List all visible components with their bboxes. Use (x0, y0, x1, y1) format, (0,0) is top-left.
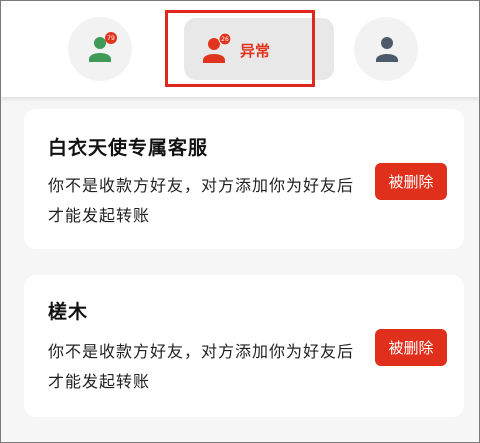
contact-name: 白衣天使专属客服 (48, 137, 209, 159)
transfer-restriction-message: 你不是收款方好友，对方添加你为好友后才能发起转账 (48, 176, 355, 225)
app-frame: 79 26 异常 白衣天使专属客服 你不是收款方好友，对方添加你为好友后才能发起… (0, 0, 480, 443)
annotation-highlight-box (165, 10, 315, 87)
deleted-status-button[interactable]: 被删除 (375, 329, 447, 366)
content-list: 白衣天使专属客服 你不是收款方好友，对方添加你为好友后才能发起转账 被删除 槎木… (1, 97, 479, 442)
user-icon (376, 37, 398, 62)
deleted-status-button[interactable]: 被删除 (375, 163, 447, 200)
contact-name: 槎木 (48, 301, 89, 323)
transfer-restriction-message: 你不是收款方好友，对方添加你为好友后才能发起转账 (48, 342, 355, 391)
user-badge-icon: 79 (89, 32, 117, 62)
list-item: 槎木 你不是收款方好友，对方添加你为好友后才能发起转账 被删除 (24, 275, 464, 417)
badge-count: 79 (107, 35, 115, 42)
tab-bar: 79 26 异常 (1, 1, 479, 97)
list-item: 白衣天使专属客服 你不是收款方好友，对方添加你为好友后才能发起转账 被删除 (24, 109, 464, 249)
